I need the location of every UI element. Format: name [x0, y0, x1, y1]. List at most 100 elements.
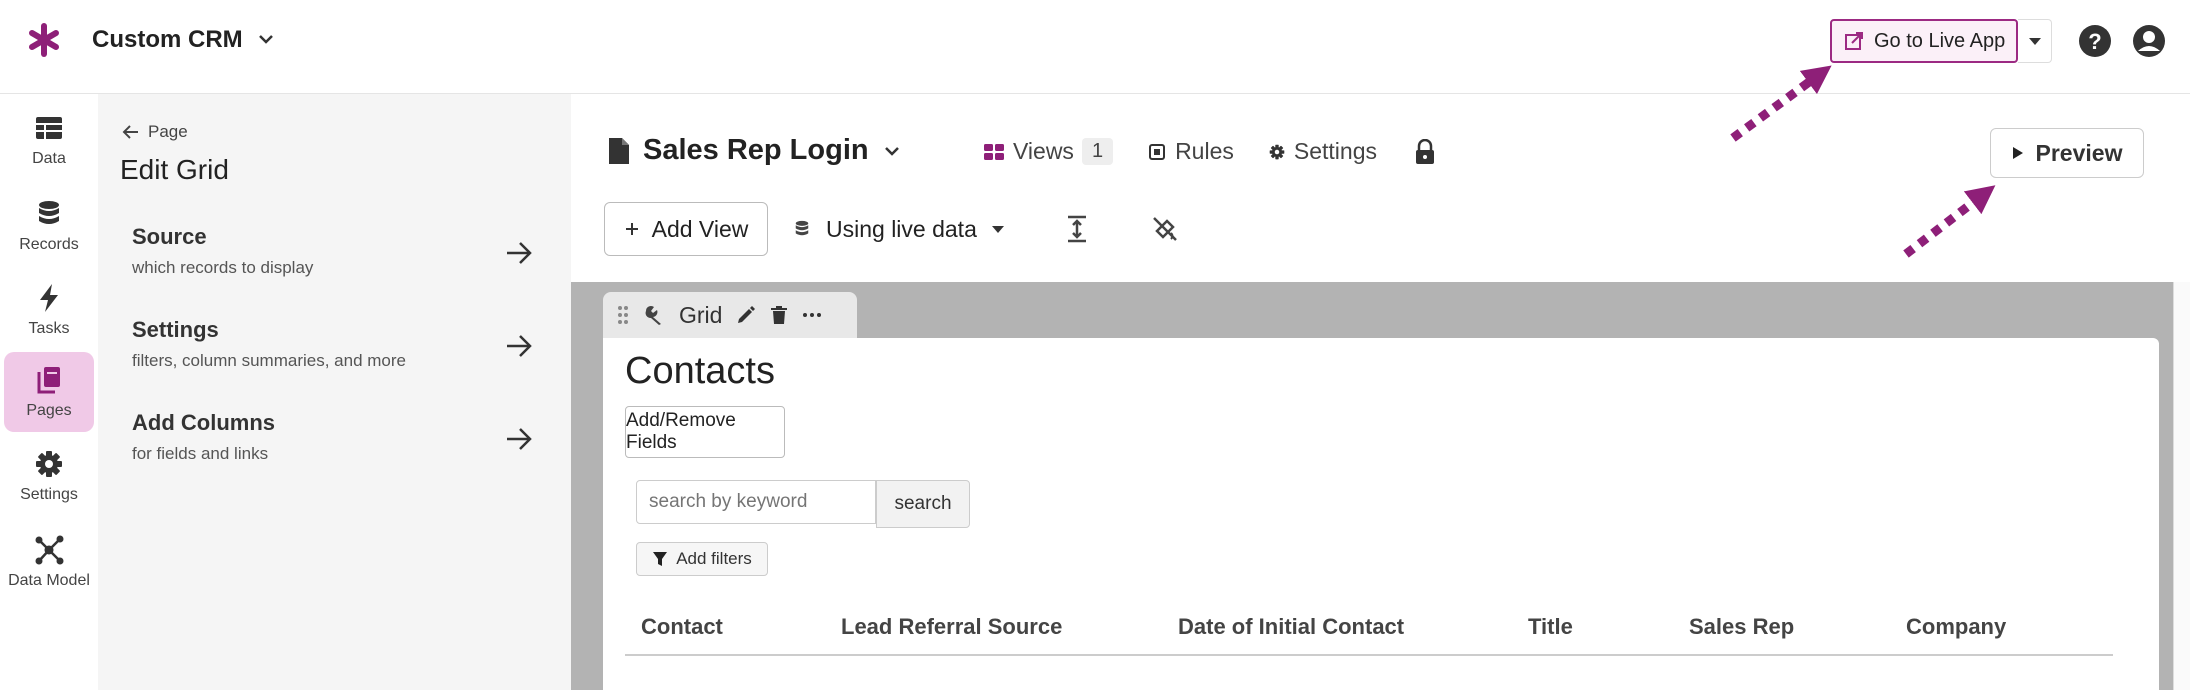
column-header-lead-referral-source[interactable]: Lead Referral Source [841, 614, 1062, 640]
column-header-title[interactable]: Title [1528, 614, 1573, 640]
table-icon [36, 117, 62, 139]
table-header-row: Contact Lead Referral Source Date of Ini… [625, 600, 2113, 656]
left-navigation: Data Records Tasks Pages Settings Data M… [0, 94, 98, 690]
document-icon [609, 137, 629, 164]
lock-icon[interactable] [1413, 138, 1437, 165]
page-title[interactable]: Sales Rep Login [643, 134, 869, 167]
edit-grid-panel: Page Edit Grid Source which records to d… [98, 94, 571, 690]
wrench-icon [645, 306, 661, 325]
help-icon[interactable]: ? [2078, 24, 2112, 58]
nav-item-settings[interactable]: Settings [4, 436, 94, 516]
views-link[interactable]: Views 1 [983, 138, 1114, 165]
nav-label-tasks: Tasks [28, 320, 70, 337]
page-toolbar: Add View Using live data [604, 202, 1179, 256]
page-header-links: Views 1 Rules Settings [983, 138, 1437, 165]
live-data-dropdown[interactable]: Using live data [792, 216, 1005, 243]
back-link-label: Page [148, 122, 188, 141]
views-count-badge: 1 [1081, 138, 1114, 165]
external-link-icon [1845, 32, 1863, 50]
panel-item-title: Add Columns [132, 410, 275, 435]
panel-item-subtitle: which records to display [132, 258, 314, 277]
arrow-left-icon [122, 125, 138, 139]
asterisk-logo-icon[interactable] [26, 22, 62, 58]
caret-down-icon [2028, 38, 2041, 45]
caret-down-icon [991, 226, 1004, 233]
nav-label-pages: Pages [26, 402, 72, 419]
user-account-icon[interactable] [2132, 24, 2166, 58]
add-filters-label: Add filters [676, 549, 752, 568]
pages-icon [37, 367, 60, 394]
panel-item-add-columns[interactable]: Add Columns for fields and links [132, 410, 542, 480]
go-to-live-app-button[interactable]: Go to Live App [1830, 19, 2018, 63]
search-button[interactable]: search [876, 480, 970, 528]
column-header-company[interactable]: Company [1906, 614, 2006, 640]
app-name[interactable]: Custom CRM [92, 26, 243, 54]
preview-label: Preview [2035, 139, 2123, 166]
panel-item-source[interactable]: Source which records to display [132, 224, 542, 294]
page-header: Sales Rep Login [607, 134, 903, 167]
rules-link[interactable]: Rules [1147, 138, 1234, 165]
panel-item-settings[interactable]: Settings filters, column summaries, and … [132, 317, 542, 387]
column-header-date-of-initial-contact[interactable]: Date of Initial Contact [1178, 614, 1404, 640]
go-to-live-app-label: Go to Live App [1874, 29, 2006, 52]
nav-label-data: Data [32, 150, 66, 167]
page-canvas: Grid Contacts Add/Remove Fields search A… [571, 282, 2173, 690]
column-header-sales-rep[interactable]: Sales Rep [1689, 614, 1794, 640]
arrow-right-icon [507, 428, 532, 450]
settings-label: Settings [1293, 138, 1377, 164]
live-data-label: Using live data [826, 215, 977, 242]
grid-view-toolbar: Grid [603, 292, 857, 338]
nav-item-pages[interactable]: Pages [4, 352, 94, 432]
panel-item-subtitle: for fields and links [132, 444, 269, 463]
trash-icon[interactable] [770, 305, 788, 325]
add-remove-fields-button[interactable]: Add/Remove Fields [625, 406, 785, 458]
canvas-scrollbar[interactable] [2173, 282, 2190, 690]
top-bar: Custom CRM Go to Live App ? [0, 0, 2190, 94]
live-app-dropdown-button[interactable] [2018, 19, 2052, 63]
rules-label: Rules [1175, 138, 1234, 164]
chevron-down-icon[interactable] [255, 28, 277, 50]
search-input[interactable] [636, 480, 876, 524]
panel-item-title: Source [132, 224, 207, 249]
back-to-page-link[interactable]: Page [122, 122, 188, 142]
style-off-icon[interactable] [1151, 215, 1179, 243]
preview-button[interactable]: Preview [1990, 128, 2144, 178]
chip-icon [1149, 143, 1166, 160]
nav-item-tasks[interactable]: Tasks [4, 270, 94, 350]
nav-label-records: Records [19, 236, 79, 253]
pencil-icon[interactable] [736, 305, 756, 325]
filter-icon [653, 552, 668, 566]
nav-label-data-model: Data Model [8, 572, 90, 589]
add-view-label: Add View [651, 215, 749, 242]
page-editor: Sales Rep Login Views 1 Rules Settings P… [571, 94, 2190, 690]
arrow-right-icon [507, 242, 532, 264]
add-view-button[interactable]: Add View [604, 202, 768, 256]
more-options-icon[interactable] [802, 312, 822, 318]
views-label: Views [1013, 138, 1074, 164]
views-icon [984, 143, 1004, 160]
plus-icon [625, 223, 638, 235]
grid-view-card[interactable]: Contacts Add/Remove Fields search Add fi… [603, 338, 2159, 690]
bolt-icon [40, 284, 58, 312]
column-header-contact[interactable]: Contact [641, 614, 723, 640]
panel-item-subtitle: filters, column summaries, and more [132, 351, 406, 370]
drag-handle-icon[interactable] [617, 305, 629, 325]
panel-item-title: Settings [132, 317, 219, 342]
add-filters-button[interactable]: Add filters [636, 542, 768, 576]
vertical-spacing-icon[interactable] [1065, 215, 1089, 243]
panel-title: Edit Grid [120, 154, 229, 185]
gear-icon [36, 451, 62, 477]
grid-title: Contacts [625, 350, 775, 392]
nav-item-data[interactable]: Data [4, 100, 94, 180]
play-icon [2012, 147, 2023, 159]
arrow-right-icon [507, 335, 532, 357]
database-icon [795, 220, 809, 236]
nav-item-data-model[interactable]: Data Model [4, 522, 94, 602]
nav-label-settings: Settings [20, 486, 78, 503]
grid-tab-label: Grid [679, 301, 723, 328]
chevron-down-icon[interactable] [881, 140, 903, 162]
page-settings-link[interactable]: Settings [1268, 138, 1377, 165]
nav-item-records[interactable]: Records [4, 186, 94, 266]
network-icon [35, 535, 64, 565]
gear-icon [1269, 144, 1285, 159]
